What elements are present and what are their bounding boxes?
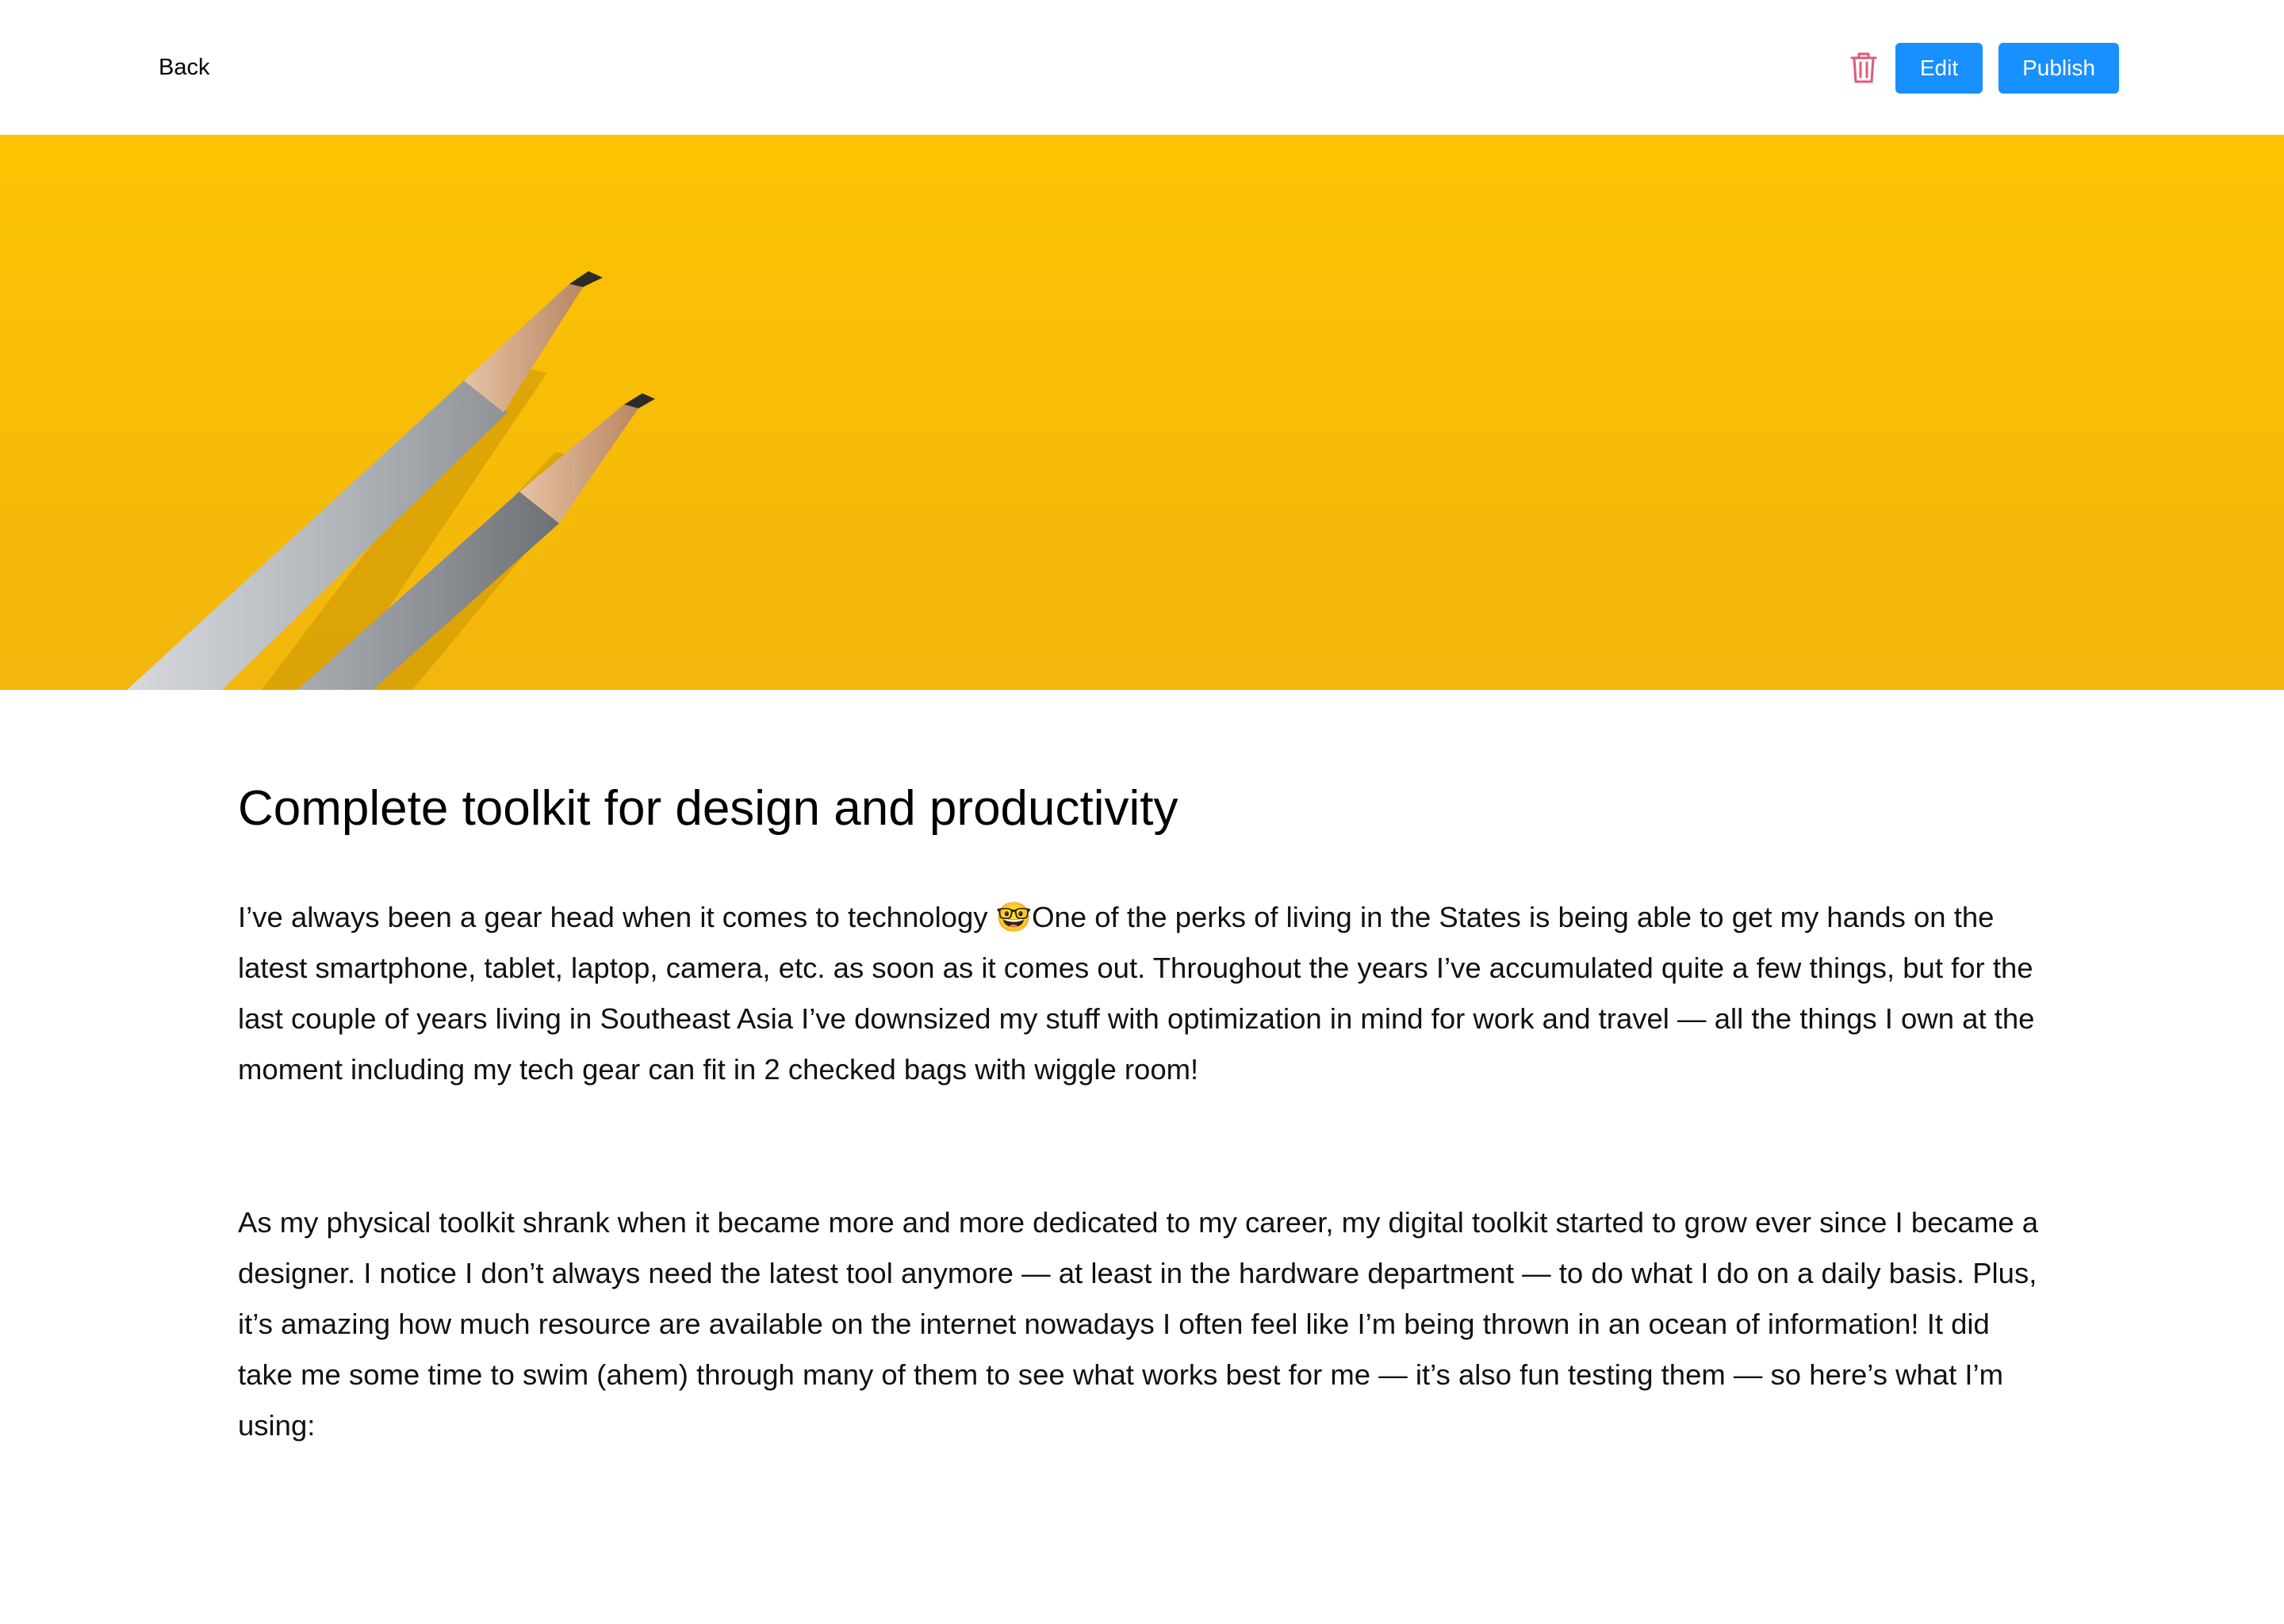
- top-bar: Back Edit Publish: [0, 0, 2284, 135]
- article-paragraph: I’ve always been a gear head when it com…: [238, 901, 2035, 1086]
- article-paragraph: As my physical toolkit shrank when it be…: [238, 1206, 2039, 1442]
- pencils-illustration: [0, 135, 2284, 690]
- edit-button[interactable]: Edit: [1895, 43, 1983, 94]
- cover-image: [0, 135, 2284, 690]
- publish-button[interactable]: Publish: [1998, 43, 2119, 94]
- trash-icon[interactable]: [1849, 51, 1878, 84]
- back-link[interactable]: Back: [159, 54, 209, 81]
- article-title: Complete toolkit for design and producti…: [238, 781, 1178, 836]
